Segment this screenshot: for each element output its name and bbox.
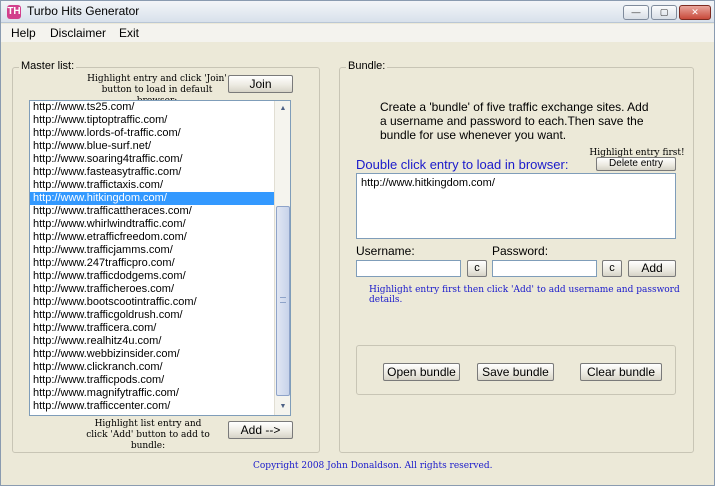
menu-exit[interactable]: Exit: [119, 26, 139, 40]
clear-password-button[interactable]: c: [602, 260, 622, 277]
list-item[interactable]: http://www.traffictaxis.com/: [30, 179, 290, 192]
list-item[interactable]: http://www.trafficattheraces.com/: [30, 205, 290, 218]
list-item[interactable]: http://www.ts25.com/: [30, 101, 290, 114]
list-item[interactable]: http://www.webbizinsider.com/: [30, 348, 290, 361]
list-item[interactable]: http://www.fasteasytraffic.com/: [30, 166, 290, 179]
copyright-text: Copyright 2008 John Donaldson. All right…: [253, 461, 493, 471]
list-item[interactable]: http://www.trafficpods.com/: [30, 374, 290, 387]
app-icon: TH: [7, 5, 21, 19]
list-item[interactable]: http://www.whirlwindtraffic.com/: [30, 218, 290, 231]
close-button[interactable]: ✕: [679, 5, 711, 20]
add-to-bundle-button[interactable]: Add -->: [228, 421, 293, 439]
bundle-entry-list[interactable]: http://www.hitkingdom.com/: [356, 173, 676, 239]
scroll-down-icon[interactable]: ▼: [275, 399, 290, 415]
list-item[interactable]: http://www.trafficdodgems.com/: [30, 270, 290, 283]
vertical-scrollbar[interactable]: ▲ ▼: [274, 101, 290, 415]
save-bundle-button[interactable]: Save bundle: [477, 363, 554, 381]
bundle-list-item[interactable]: http://www.hitkingdom.com/: [357, 174, 675, 192]
title-bar[interactable]: TH Turbo Hits Generator — ▢ ✕: [1, 1, 714, 23]
list-item[interactable]: http://www.magnifytraffic.com/: [30, 387, 290, 400]
scroll-up-icon[interactable]: ▲: [275, 101, 290, 117]
bundle-description: Create a 'bundle' of five traffic exchan…: [380, 100, 649, 142]
master-url-list[interactable]: http://www.ts25.com/http://www.tiptoptra…: [29, 100, 291, 416]
bundle-rows: http://www.hitkingdom.com/: [357, 174, 675, 192]
double-click-label: Double click entry to load in browser:: [356, 157, 569, 172]
restore-button[interactable]: ▢: [651, 5, 677, 20]
add-hint: Highlight list entry and click 'Add' but…: [86, 419, 210, 451]
menu-disclaimer[interactable]: Disclaimer: [50, 26, 106, 40]
menu-help[interactable]: Help: [11, 26, 36, 40]
list-item[interactable]: http://www.soaring4traffic.com/: [30, 153, 290, 166]
delete-entry-button[interactable]: Delete entry: [596, 157, 676, 171]
list-item[interactable]: http://www.trafficgoldrush.com/: [30, 309, 290, 322]
username-input[interactable]: [356, 260, 461, 277]
list-item[interactable]: http://www.trafficheroes.com/: [30, 283, 290, 296]
scroll-thumb[interactable]: [276, 206, 290, 396]
grip-icon: [280, 297, 286, 303]
list-item[interactable]: http://www.trafficera.com/: [30, 322, 290, 335]
master-url-rows: http://www.ts25.com/http://www.tiptoptra…: [30, 101, 290, 413]
list-item[interactable]: http://www.trafficcenter.com/: [30, 400, 290, 413]
clear-bundle-button[interactable]: Clear bundle: [580, 363, 662, 381]
list-item[interactable]: http://www.realhitz4u.com/: [30, 335, 290, 348]
join-button[interactable]: Join: [228, 75, 293, 93]
menu-bar: Help Disclaimer Exit: [1, 24, 714, 42]
add-credentials-button[interactable]: Add: [628, 260, 676, 277]
credentials-hint: Highlight entry first then click 'Add' t…: [369, 285, 680, 305]
open-bundle-button[interactable]: Open bundle: [383, 363, 460, 381]
list-item[interactable]: http://www.clickranch.com/: [30, 361, 290, 374]
bundle-legend: Bundle:: [346, 60, 388, 72]
clear-username-button[interactable]: c: [467, 260, 487, 277]
list-item[interactable]: http://www.etrafficfreedom.com/: [30, 231, 290, 244]
list-item[interactable]: http://www.trafficjamms.com/: [30, 244, 290, 257]
list-item[interactable]: http://www.bootscootintraffic.com/: [30, 296, 290, 309]
minimize-button[interactable]: —: [623, 5, 649, 20]
password-label: Password:: [492, 244, 549, 258]
list-item[interactable]: http://www.hitkingdom.com/: [30, 192, 290, 205]
app-window: TH Turbo Hits Generator — ▢ ✕ Help Discl…: [0, 0, 715, 486]
list-item[interactable]: http://www.tiptoptraffic.com/: [30, 114, 290, 127]
master-list-legend: Master list:: [19, 60, 77, 72]
window-title: Turbo Hits Generator: [27, 4, 140, 18]
list-item[interactable]: http://www.blue-surf.net/: [30, 140, 290, 153]
username-label: Username:: [356, 244, 415, 258]
list-item[interactable]: http://www.lords-of-traffic.com/: [30, 127, 290, 140]
password-input[interactable]: [492, 260, 597, 277]
list-item[interactable]: http://www.247trafficpro.com/: [30, 257, 290, 270]
